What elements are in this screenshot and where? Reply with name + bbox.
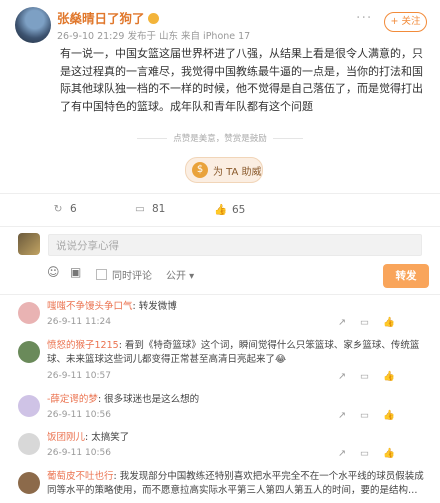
comment-text: 愤怒的猴子1215: 看到《特奇篮球》这个词，瞬间觉得什么只笨篮球、家乡篮球、传… (47, 339, 429, 367)
share-icon[interactable]: ↗ (338, 317, 346, 328)
post-meta: 26-9-10 21:29 发布于 山东 来自 iPhone 17 (57, 31, 251, 42)
comment-time: 26-9-11 10:56 (47, 448, 111, 458)
commenter-name[interactable]: 葡萄皮不吐也行 (47, 471, 114, 482)
composer-tools: ☺ ▣ 同时评论 公开 ▾ (0, 264, 440, 286)
more-options-icon[interactable]: ··· (356, 10, 372, 26)
comment-ops: ↗ ▭ 👍 (338, 410, 395, 421)
tip-button[interactable]: $ 为 TA 助威 (185, 157, 263, 183)
like-icon[interactable]: 👍 (383, 410, 395, 421)
commenter-name[interactable]: 愤怒的猴子1215 (47, 340, 119, 351)
vip-badge-icon (147, 13, 159, 24)
commenter-avatar[interactable] (18, 341, 40, 363)
commenter-avatar[interactable] (18, 433, 40, 455)
reply-icon[interactable]: ▭ (360, 371, 369, 382)
send-button[interactable]: 转发 (383, 264, 429, 288)
coin-icon: $ (192, 162, 208, 178)
tips-text: 点赞是美意，赞赏是鼓励 (0, 132, 440, 144)
divider (0, 294, 440, 295)
share-icon[interactable]: ↗ (338, 371, 346, 382)
composer: 说说分享心得 (0, 230, 440, 262)
comment-ops: ↗ ▭ 👍 (338, 371, 395, 382)
weibo-repost-view: 张燊晴日了狗了 26-9-10 21:29 发布于 山东 来自 iPhone 1… (0, 0, 440, 503)
like-icon: 👍 (214, 204, 228, 216)
share-count: 6 (70, 203, 77, 215)
checkbox-icon (96, 269, 107, 280)
image-icon[interactable]: ▣ (70, 265, 81, 279)
comment-body: : 太搞笑了 (85, 432, 130, 443)
author-avatar[interactable] (15, 7, 51, 43)
share-icon: ↻ (53, 203, 63, 215)
like-icon[interactable]: 👍 (383, 317, 395, 328)
author-name[interactable]: 张燊晴日了狗了 (57, 8, 159, 27)
reply-icon[interactable]: ▭ (360, 410, 369, 421)
commenter-avatar[interactable] (18, 302, 40, 324)
comment-text: -薛定谔的梦: 很多球迷也是这么想的 (47, 393, 429, 407)
post-actions: ↻ 6 ▭ 81 👍 65 (0, 200, 440, 222)
post-body: 有一说一，中国女篮这届世界杯进了八强，从结果上看是很令人满意的，只是这过程真的一… (60, 47, 423, 113)
comment-text: 饭团刚儿: 太搞笑了 (47, 431, 429, 445)
comment-icon: ▭ (135, 203, 145, 215)
comment-ops: ↗ ▭ 👍 (338, 448, 395, 459)
like-icon[interactable]: 👍 (383, 448, 395, 459)
like-action[interactable]: 👍 65 (214, 203, 245, 216)
like-icon[interactable]: 👍 (383, 371, 395, 382)
emoji-icon[interactable]: ☺ (47, 265, 60, 279)
comment-text: 嗤嗤不争馒头争口气: 转发微博 (47, 300, 429, 314)
comment-time: 26-9-11 10:56 (47, 410, 111, 420)
tip-button-label: 为 TA 助威 (213, 167, 262, 178)
my-avatar (18, 233, 40, 255)
comment-time: 26-9-11 10:57 (47, 371, 111, 381)
repost-input[interactable]: 说说分享心得 (48, 234, 422, 256)
cross-post-checkbox[interactable]: 同时评论 (96, 267, 152, 282)
reply-icon[interactable]: ▭ (360, 317, 369, 328)
divider (0, 226, 440, 227)
reply-icon[interactable]: ▭ (360, 448, 369, 459)
share-icon[interactable]: ↗ (338, 448, 346, 459)
comment-count: 81 (152, 203, 166, 215)
comment-body: : 转发微博 (132, 301, 177, 312)
comment-body: : 很多球迷也是这么想的 (97, 394, 200, 405)
follow-button[interactable]: + 关注 (384, 12, 427, 32)
share-action[interactable]: ↻ 6 (52, 203, 77, 215)
commenter-avatar[interactable] (18, 472, 40, 494)
commenter-name[interactable]: -薛定谔的梦 (47, 394, 98, 405)
commenter-name[interactable]: 饭团刚儿 (47, 432, 85, 443)
divider (0, 193, 440, 194)
comment-action[interactable]: ▭ 81 (134, 203, 165, 215)
comment-time: 26-9-11 11:24 (47, 317, 111, 327)
commenter-avatar[interactable] (18, 395, 40, 417)
commenter-name[interactable]: 嗤嗤不争馒头争口气 (47, 301, 133, 312)
comment-ops: ↗ ▭ 👍 (338, 317, 395, 328)
visibility-dropdown[interactable]: 公开 ▾ (166, 267, 194, 282)
like-count: 65 (232, 204, 246, 216)
comment-text: 葡萄皮不吐也行: 我发现部分中国教练还特别喜欢把水平完全不在一个水平线的球员假装… (47, 470, 429, 498)
cross-post-label: 同时评论 (112, 271, 152, 282)
share-icon[interactable]: ↗ (338, 410, 346, 421)
post-header: 张燊晴日了狗了 26-9-10 21:29 发布于 山东 来自 iPhone 1… (0, 0, 440, 46)
author-name-text[interactable]: 张燊晴日了狗了 (57, 11, 145, 26)
